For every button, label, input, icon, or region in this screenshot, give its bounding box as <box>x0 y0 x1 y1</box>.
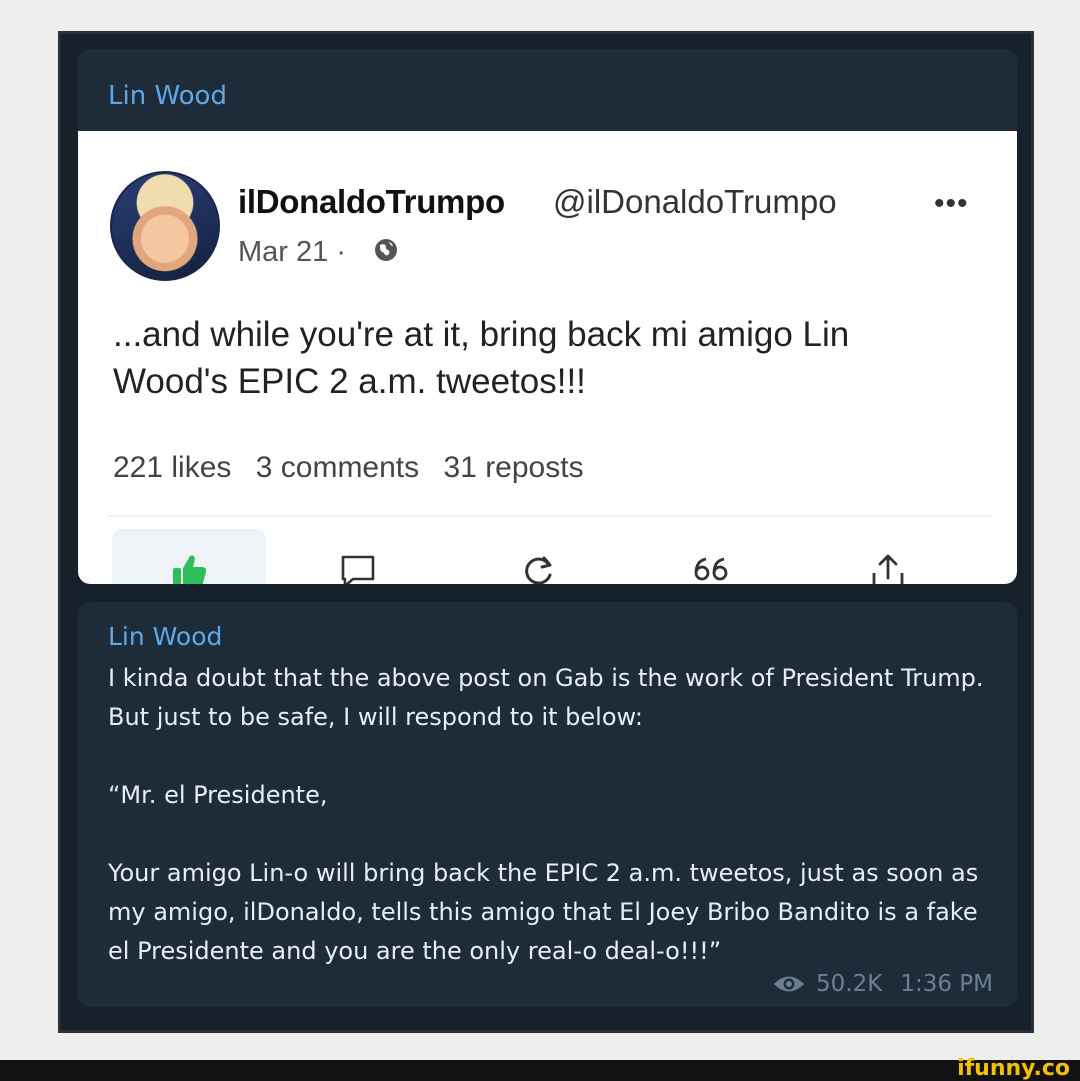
post-author-handle[interactable]: @ilDonaldoTrumpo <box>553 183 837 221</box>
view-count: 50.2K <box>816 971 883 997</box>
comment-button[interactable] <box>318 529 398 584</box>
message-sender-name[interactable]: Lin Wood <box>108 622 222 651</box>
post-date: Mar 21 · <box>238 236 346 268</box>
divider <box>108 515 993 517</box>
post-stats: 221 likes 3 comments 31 reposts <box>113 451 600 485</box>
likes-count[interactable]: 221 likes <box>113 451 231 484</box>
more-icon[interactable]: ••• <box>934 187 969 221</box>
quote-button[interactable] <box>673 529 753 584</box>
eye-icon <box>774 976 805 992</box>
chat-message-reply[interactable]: Lin Wood I kinda doubt that the above po… <box>78 602 1017 1007</box>
quote-icon <box>694 557 728 581</box>
avatar[interactable] <box>110 171 220 281</box>
message-paragraph: “Mr. el Presidente, <box>108 781 328 809</box>
screenshot-frame: Lin Wood ilDonaldoTrumpo @ilDonaldoTrump… <box>58 31 1034 1033</box>
post-text: ...and while you're at it, bring back mi… <box>113 315 850 401</box>
like-button[interactable] <box>112 529 266 584</box>
comment-icon <box>341 555 375 584</box>
globe-icon <box>375 239 397 261</box>
repost-icon <box>525 556 552 584</box>
thumbs-up-icon <box>173 555 207 584</box>
gab-post-card[interactable]: ilDonaldoTrumpo @ilDonaldoTrumpo ••• Mar… <box>78 131 1017 584</box>
watermark: ifunny.co <box>957 1056 1070 1081</box>
message-paragraph: I kinda doubt that the above post on Gab… <box>108 664 984 731</box>
share-icon <box>872 554 904 584</box>
post-author-name[interactable]: ilDonaldoTrumpo <box>238 183 505 221</box>
comments-count[interactable]: 3 comments <box>256 451 419 484</box>
chat-message-forwarded-post[interactable]: Lin Wood ilDonaldoTrumpo @ilDonaldoTrump… <box>78 49 1017 584</box>
message-meta: 50.2K 1:36 PM <box>772 971 993 997</box>
reposts-count[interactable]: 31 reposts <box>443 451 583 484</box>
message-paragraph: Your amigo Lin-o will bring back the EPI… <box>108 859 979 965</box>
watermark-bar <box>0 1060 1080 1081</box>
repost-button[interactable] <box>498 529 578 584</box>
message-sender-name[interactable]: Lin Wood <box>108 81 227 111</box>
message-time: 1:36 PM <box>900 971 993 997</box>
share-button[interactable] <box>848 529 928 584</box>
message-text: I kinda doubt that the above post on Gab… <box>108 659 988 971</box>
